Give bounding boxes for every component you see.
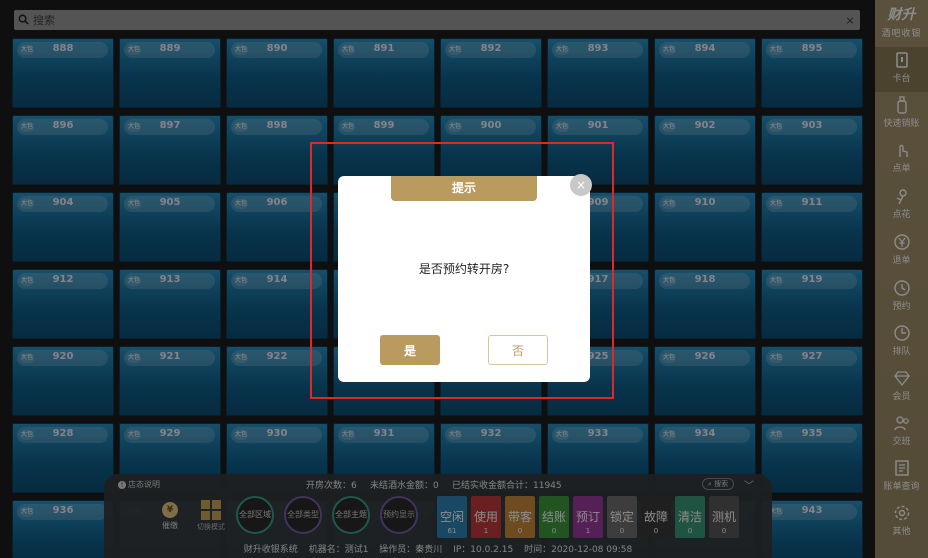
no-button[interactable]: 否 xyxy=(488,335,548,365)
app-root: × 大包888大包889大包890大包891大包892大包893大包894大包8… xyxy=(0,0,928,558)
close-icon[interactable]: × xyxy=(570,174,592,196)
yes-button[interactable]: 是 xyxy=(380,335,440,365)
dialog-message: 是否预约转开房? xyxy=(418,262,510,276)
dialog-title: 提示 xyxy=(391,176,537,201)
confirm-dialog: 提示 × 是否预约转开房? 是 否 xyxy=(338,174,592,382)
